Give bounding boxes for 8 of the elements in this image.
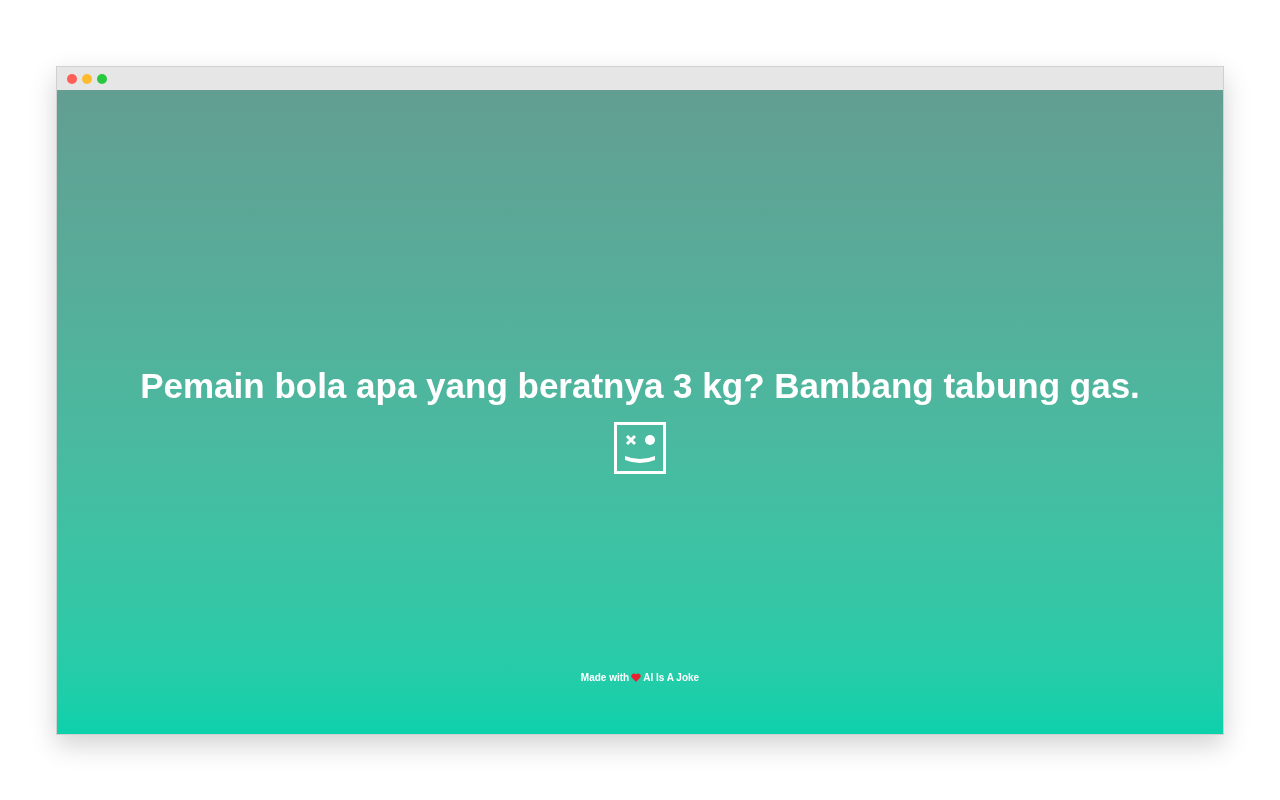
heart-icon xyxy=(631,673,642,682)
footer-text: Made with xyxy=(580,671,630,685)
close-window-button[interactable] xyxy=(67,73,77,84)
site-link[interactable]: AI Is A Joke xyxy=(643,670,700,685)
joke-text: Pemain bola apa yang beratnya 3 kg? Bambang tabung gas. xyxy=(140,366,1140,406)
winking-face-icon xyxy=(614,422,666,474)
maximize-window-button[interactable] xyxy=(97,73,107,84)
minimize-window-button[interactable] xyxy=(82,73,92,84)
